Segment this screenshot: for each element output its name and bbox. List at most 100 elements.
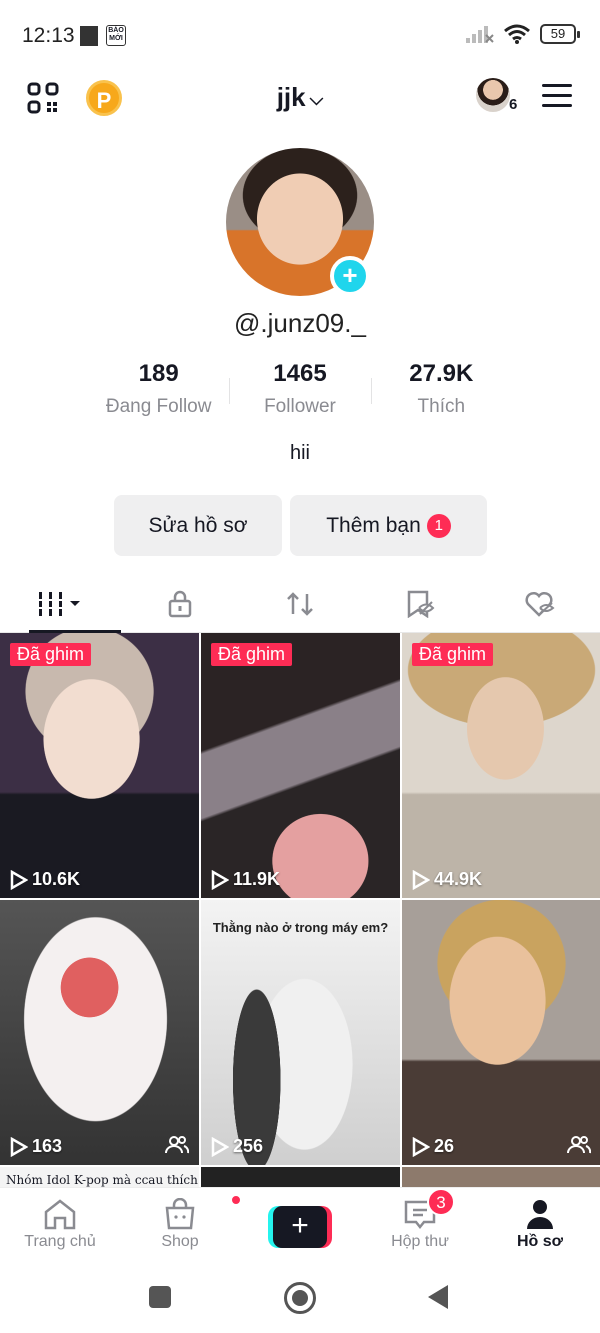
play-icon — [211, 869, 229, 890]
inbox-badge: 3 — [427, 1188, 455, 1216]
nav-label: Trang chủ — [24, 1233, 96, 1250]
plus-icon: + — [273, 1206, 327, 1248]
heart-hidden-icon — [525, 591, 555, 617]
pinned-badge: Đã ghim — [10, 643, 92, 666]
friends-only-icon — [165, 1136, 189, 1154]
stat-label: Thích — [417, 396, 466, 417]
pinned-badge: Đã ghim — [211, 643, 293, 666]
nav-shop[interactable]: Shop — [120, 1188, 242, 1265]
hamburger-menu-icon[interactable] — [542, 84, 572, 108]
view-count: 10.6K — [10, 869, 80, 890]
profile-avatar-container: + — [226, 148, 374, 296]
tab-liked[interactable] — [480, 575, 600, 632]
view-count: 44.9K — [412, 869, 482, 890]
notification-icon — [80, 26, 98, 46]
video-thumbnail-partial[interactable] — [201, 1167, 400, 1187]
view-count: 163 — [10, 1136, 62, 1157]
nav-label: Shop — [161, 1233, 199, 1250]
nav-inbox[interactable]: 3 Hộp thư — [360, 1188, 480, 1265]
video-thumbnail[interactable]: Đã ghim 10.6K — [0, 633, 199, 898]
profile-header: P jjk ⌵ 6 — [0, 70, 600, 126]
bottom-navigation: Trang chủ Shop + 3 Hộp thư Hồ sơ — [0, 1187, 600, 1265]
repost-icon — [287, 591, 313, 616]
video-thumbnail-partial[interactable] — [402, 1167, 600, 1187]
friends-only-icon — [567, 1136, 591, 1154]
battery-indicator: 59 — [540, 24, 580, 44]
add-friends-button[interactable]: Thêm bạn 1 — [290, 495, 487, 556]
home-button[interactable] — [284, 1282, 316, 1314]
story-avatar[interactable] — [476, 78, 510, 112]
stat-likes[interactable]: 27.9K Thích — [370, 360, 512, 418]
view-count: 11.9K — [211, 869, 280, 890]
nav-label: Hộp thư — [391, 1233, 449, 1250]
video-caption: Nhóm Idol K-pop mà ccau thích — [6, 1173, 198, 1187]
tab-reposts[interactable] — [240, 575, 360, 632]
video-thumbnail[interactable]: Đã ghim 11.9K — [201, 633, 400, 898]
content-tabs — [0, 575, 600, 633]
add-story-plus-icon[interactable]: + — [330, 256, 370, 296]
nav-home[interactable]: Trang chủ — [0, 1188, 120, 1265]
video-grid: Đã ghim 10.6K Đã ghim 11.9K Đã ghim 44.9… — [0, 633, 600, 1165]
stat-value: 1465 — [273, 360, 327, 387]
nav-label: Hồ sơ — [516, 1233, 564, 1250]
tab-private[interactable] — [120, 575, 240, 632]
add-friends-badge: 1 — [426, 513, 451, 538]
view-count: 256 — [211, 1136, 263, 1157]
back-button[interactable] — [428, 1285, 448, 1309]
account-username: jjk — [276, 82, 306, 112]
view-count-value: 11.9K — [233, 869, 281, 889]
tab-videos[interactable] — [0, 575, 121, 633]
stat-label: Đang Follow — [105, 396, 212, 417]
chevron-down-icon: ⌵ — [309, 88, 324, 109]
pinned-badge: Đã ghim — [412, 643, 494, 666]
story-count: 6 — [509, 96, 518, 113]
add-friends-label: Thêm bạn — [326, 513, 421, 537]
edit-profile-label: Sửa hồ sơ — [148, 513, 248, 537]
recent-apps-button[interactable] — [149, 1286, 171, 1308]
grid-icon — [37, 591, 80, 616]
nav-profile[interactable]: Hồ sơ — [480, 1188, 600, 1265]
view-count-value: 10.6K — [32, 869, 81, 889]
video-thumbnail-partial[interactable]: Nhóm Idol K-pop mà ccau thích — [0, 1167, 199, 1187]
view-count-value: 256 — [233, 1136, 264, 1156]
play-icon — [211, 1136, 229, 1157]
video-grid-partial-row: Nhóm Idol K-pop mà ccau thích — [0, 1167, 600, 1187]
tab-favorites[interactable] — [360, 575, 480, 632]
create-button[interactable]: + — [268, 1206, 332, 1248]
play-icon — [10, 869, 28, 890]
bookmark-hidden-icon — [407, 590, 435, 618]
stat-value: 189 — [138, 360, 179, 387]
video-thumbnail[interactable]: 26 — [402, 900, 600, 1165]
clock: 12:13 — [22, 24, 75, 47]
person-icon — [527, 1200, 553, 1229]
wifi-icon — [504, 24, 530, 44]
play-icon — [10, 1136, 28, 1157]
profile-actions: Sửa hồ sơ Thêm bạn 1 — [114, 495, 487, 556]
lock-icon — [168, 590, 192, 617]
play-icon — [412, 1136, 430, 1157]
play-icon — [412, 869, 430, 890]
profile-stats: 189 Đang Follow 1465 Follower 27.9K Thíc… — [88, 360, 512, 418]
video-thumbnail[interactable]: 163 — [0, 900, 199, 1165]
stat-following[interactable]: 189 Đang Follow — [88, 360, 229, 418]
profile-handle: @.junz09._ — [234, 308, 366, 338]
stat-followers[interactable]: 1465 Follower — [229, 360, 370, 418]
video-caption: Thằng nào ở trong máy em? — [212, 920, 389, 935]
edit-profile-button[interactable]: Sửa hồ sơ — [114, 495, 282, 556]
signal-icon — [466, 26, 494, 43]
view-count: 26 — [412, 1136, 454, 1157]
video-thumbnail[interactable]: Thằng nào ở trong máy em? 256 — [201, 900, 400, 1165]
view-count-value: 26 — [434, 1136, 455, 1156]
nav-create[interactable]: + — [240, 1188, 360, 1265]
status-bar: 12:13 BÁO MỚI 59 — [0, 0, 600, 70]
video-thumbnail[interactable]: Đã ghim 44.9K — [402, 633, 600, 898]
system-navigation-bar — [0, 1265, 600, 1333]
baomoi-notification-icon: BÁO MỚI — [106, 25, 126, 46]
view-count-value: 44.9K — [434, 869, 483, 889]
home-icon — [44, 1199, 76, 1230]
stat-value: 27.9K — [409, 360, 474, 387]
stat-label: Follower — [264, 396, 336, 417]
profile-bio: hii — [289, 442, 310, 464]
shopping-bag-icon — [165, 1198, 195, 1230]
view-count-value: 163 — [32, 1136, 63, 1156]
